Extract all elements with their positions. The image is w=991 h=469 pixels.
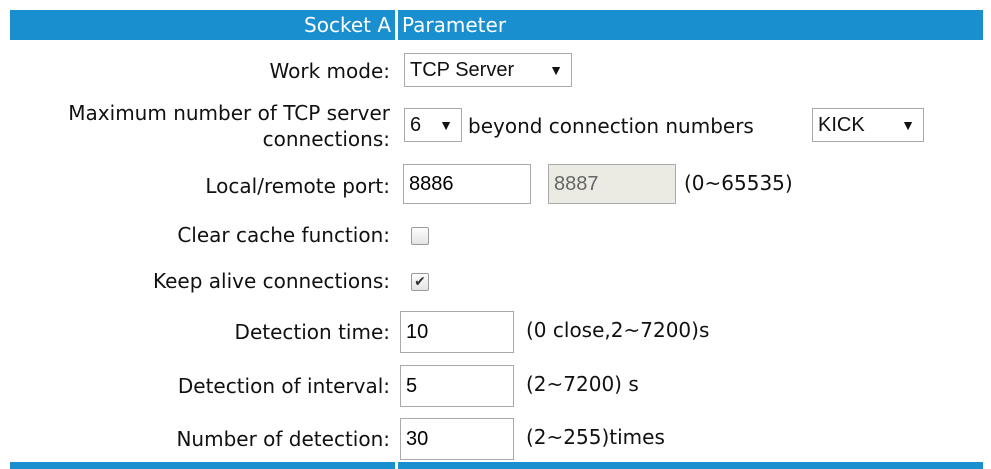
- clear-cache-label: Clear cache function:: [177, 223, 390, 247]
- remote-port-input: [548, 164, 676, 204]
- detection-time-label: Detection time:: [234, 320, 390, 344]
- detection-time-input[interactable]: [400, 311, 514, 353]
- footer-bar-right: [398, 462, 983, 469]
- keep-alive-checkbox[interactable]: ✔: [411, 273, 429, 291]
- max-connections-label-line1: Maximum number of TCP server: [68, 101, 390, 125]
- chevron-down-icon: ▼: [439, 117, 453, 133]
- port-range-hint: (0~65535): [684, 171, 793, 195]
- work-mode-label: Work mode:: [269, 59, 390, 83]
- header-parameter: Parameter: [398, 10, 983, 40]
- max-connections-label-line2: connections:: [262, 127, 390, 151]
- max-connections-value: 6: [410, 114, 422, 136]
- chevron-down-icon: ▼: [549, 62, 563, 78]
- header-socket-a: Socket A: [10, 10, 395, 40]
- detection-interval-hint: (2~7200) s: [526, 372, 639, 396]
- beyond-connections-value: KICK: [818, 114, 865, 136]
- detection-count-label: Number of detection:: [176, 427, 390, 451]
- keep-alive-label: Keep alive connections:: [152, 269, 390, 293]
- footer-bar-left: [10, 462, 395, 469]
- work-mode-value: TCP Server: [410, 59, 515, 81]
- beyond-connections-label: beyond connection numbers: [468, 114, 754, 138]
- local-port-input[interactable]: [403, 164, 531, 204]
- detection-count-input[interactable]: [400, 418, 514, 460]
- detection-count-hint: (2~255)times: [526, 425, 665, 449]
- max-connections-select[interactable]: 6 ▼: [404, 108, 462, 142]
- beyond-connections-select[interactable]: KICK ▼: [812, 108, 924, 142]
- checkmark-icon: ✔: [414, 274, 426, 290]
- detection-time-hint: (0 close,2~7200)s: [526, 318, 710, 342]
- work-mode-select[interactable]: TCP Server ▼: [404, 53, 572, 87]
- clear-cache-checkbox[interactable]: [411, 227, 429, 245]
- port-label: Local/remote port:: [205, 174, 390, 198]
- detection-interval-input[interactable]: [400, 365, 514, 407]
- detection-interval-label: Detection of interval:: [177, 374, 390, 398]
- chevron-down-icon: ▼: [901, 117, 915, 133]
